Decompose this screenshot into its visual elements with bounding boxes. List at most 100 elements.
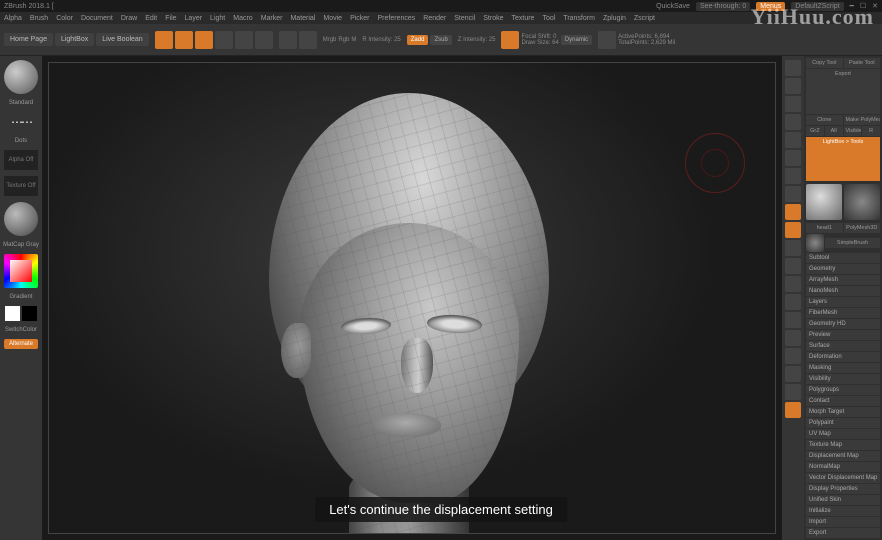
menu-zplugin[interactable]: Zplugin [603,15,626,22]
local-icon[interactable] [785,186,801,202]
scroll-icon[interactable] [785,78,801,94]
palette-vectordisp[interactable]: Vector Displacement Map [806,473,880,483]
texture-preview-sq[interactable]: Texture Off [4,176,38,196]
move-icon[interactable] [215,31,233,49]
tab-liveboolean[interactable]: Live Boolean [96,33,148,46]
tool-thumb-simplebrush[interactable] [806,234,824,252]
clone-btn[interactable]: Clone [806,115,843,125]
menu-draw[interactable]: Draw [121,15,137,22]
palette-initialize[interactable]: Initialize [806,506,880,516]
menu-color[interactable]: Color [56,15,73,22]
zadd-btn[interactable]: Zadd [407,35,429,45]
ghost-icon[interactable] [785,348,801,364]
head-mesh[interactable] [249,93,569,533]
seethrough-slider[interactable]: See-through: 0 [696,2,750,11]
makepoly-btn[interactable]: Make PolyMesh3D [844,115,881,125]
lcam-icon[interactable] [785,204,801,220]
tool-thumb-polymesh[interactable] [844,184,880,220]
scale-icon[interactable] [235,31,253,49]
zoom-icon[interactable] [785,96,801,112]
menu-texture[interactable]: Texture [511,15,534,22]
lightbox-tools-btn[interactable]: LightBox > Tools [806,137,880,182]
stroke-preview[interactable] [4,112,38,132]
zintensity-slider[interactable]: Z Intensity: 25 [458,37,496,43]
palette-nanomesh[interactable]: NanoMesh [806,286,880,296]
palette-visibility[interactable]: Visibility [806,374,880,384]
palette-layers[interactable]: Layers [806,297,880,307]
sculptris-icon[interactable] [155,31,173,49]
menu-zscript[interactable]: Zscript [634,15,655,22]
rgb-btn[interactable]: Rgb [338,37,349,43]
palette-texturemap[interactable]: Texture Map [806,440,880,450]
drawsize-slider[interactable]: Draw Size: 64 [521,40,558,46]
swatch-secondary[interactable] [22,306,37,321]
palette-geometry[interactable]: Geometry [806,264,880,274]
all-btn[interactable]: All [825,126,843,136]
menu-light[interactable]: Light [210,15,225,22]
menu-macro[interactable]: Macro [233,15,252,22]
menu-tool[interactable]: Tool [542,15,555,22]
palette-preview[interactable]: Preview [806,330,880,340]
quicksave-label[interactable]: QuickSave [656,3,690,10]
palette-uvmap[interactable]: UV Map [806,429,880,439]
palette-surface[interactable]: Surface [806,341,880,351]
menu-brush[interactable]: Brush [30,15,48,22]
palette-polygroups[interactable]: Polygroups [806,385,880,395]
xpose-icon[interactable] [785,240,801,256]
palette-displacementmap[interactable]: Displacement Map [806,451,880,461]
export-btn[interactable]: Export [806,69,880,114]
frame-icon[interactable] [785,222,801,238]
eye-icon[interactable] [598,31,616,49]
tab-lightbox[interactable]: LightBox [55,33,94,46]
swatch-main[interactable] [5,306,20,321]
gizmo-icon[interactable] [279,31,297,49]
aahalf-icon[interactable] [785,132,801,148]
viewport[interactable] [48,62,776,534]
material-preview[interactable] [4,202,38,236]
menu-stroke[interactable]: Stroke [483,15,503,22]
visible-btn[interactable]: Visible [844,126,862,136]
menu-marker[interactable]: Marker [261,15,283,22]
draw-icon[interactable] [195,31,213,49]
menu-material[interactable]: Material [290,15,315,22]
palette-subtool[interactable]: Subtool [806,253,880,263]
mrgb-btn[interactable]: Mrgb [323,37,337,43]
menu-picker[interactable]: Picker [350,15,369,22]
palette-morphtarget[interactable]: Morph Target [806,407,880,417]
menu-layer[interactable]: Layer [185,15,203,22]
bpr-icon[interactable] [785,60,801,76]
actual-icon[interactable] [785,114,801,130]
palette-export[interactable]: Export [806,528,880,538]
x-symmetry-icon[interactable] [785,402,801,418]
switchcolor-btn[interactable]: SwitchColor [5,327,37,333]
tool-thumb-head[interactable] [806,184,842,220]
palette-unifiedskin[interactable]: Unified Skin [806,495,880,505]
palette-geometryhd[interactable]: Geometry HD [806,319,880,329]
scale-shelf-icon[interactable] [785,276,801,292]
zsub-btn[interactable]: Zsub [430,35,451,45]
rotate-shelf-icon[interactable] [785,294,801,310]
menu-movie[interactable]: Movie [323,15,342,22]
draw-gizmo[interactable] [685,133,745,193]
color-picker[interactable] [4,254,38,288]
r-btn[interactable]: R [862,126,880,136]
palette-contact[interactable]: Contact [806,396,880,406]
tab-home[interactable]: Home Page [4,33,53,46]
silhouette-icon[interactable] [785,384,801,400]
menu-edit[interactable]: Edit [145,15,157,22]
palette-displayprops[interactable]: Display Properties [806,484,880,494]
floor-icon[interactable] [785,168,801,184]
alternate-btn[interactable]: Alternate [4,339,38,349]
paste-tool-btn[interactable]: Paste Tool [844,58,881,68]
palette-normalmap[interactable]: NormalMap [806,462,880,472]
palette-polypaint[interactable]: Polypaint [806,418,880,428]
grz-btn[interactable]: GrZ [806,126,824,136]
transp-icon[interactable] [785,330,801,346]
polyf-icon[interactable] [785,312,801,328]
palette-arraymesh[interactable]: ArrayMesh [806,275,880,285]
gradient-label[interactable]: Gradient [9,294,32,300]
palette-masking[interactable]: Masking [806,363,880,373]
solo-icon[interactable] [785,366,801,382]
menu-render[interactable]: Render [423,15,446,22]
rintensity-slider[interactable]: R Intensity: 25 [362,37,400,43]
